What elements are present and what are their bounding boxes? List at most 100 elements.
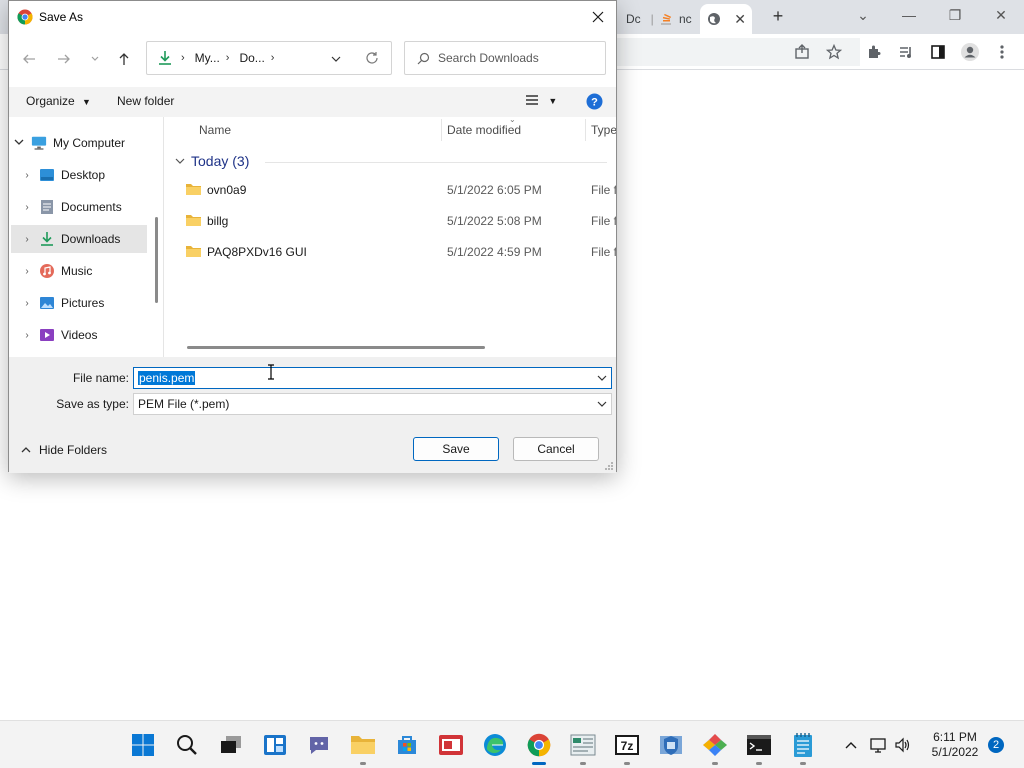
- running-indicator: [800, 762, 806, 765]
- nav-item-label: Downloads: [61, 232, 121, 246]
- group-header-today[interactable]: Today (3): [175, 153, 607, 169]
- column-header-type[interactable]: Type: [591, 123, 616, 137]
- app-window-button[interactable]: [569, 731, 597, 765]
- terminal-button[interactable]: [745, 731, 773, 765]
- profile-avatar-icon[interactable]: [960, 42, 980, 62]
- file-row[interactable]: ovn0a9 5/1/2022 6:05 PM File fo: [185, 176, 616, 204]
- task-view-button[interactable]: [217, 731, 245, 759]
- column-header-date-modified[interactable]: Date modified: [447, 123, 521, 137]
- expand-chevron-icon[interactable]: ›: [19, 234, 35, 245]
- horizontal-scrollbar[interactable]: [187, 346, 485, 349]
- arrow-left-icon: [23, 54, 35, 64]
- collapse-chevron-icon[interactable]: [11, 137, 27, 150]
- close-window-icon[interactable]: ✕: [986, 4, 1016, 26]
- volume-button[interactable]: [889, 731, 917, 759]
- tab-search-icon[interactable]: ⌄: [848, 4, 878, 26]
- notepad-icon: [794, 733, 812, 757]
- bookmark-star-icon[interactable]: [824, 42, 844, 62]
- store-button[interactable]: [393, 731, 421, 759]
- extensions-icon[interactable]: [864, 42, 884, 62]
- nav-item-music[interactable]: › Music: [11, 257, 147, 285]
- close-tab-icon[interactable]: ✕: [734, 11, 746, 28]
- nav-item-documents[interactable]: › Documents: [11, 193, 147, 221]
- expand-chevron-icon[interactable]: ›: [19, 330, 35, 341]
- up-button[interactable]: [112, 47, 136, 71]
- teams-chat-button[interactable]: [305, 731, 333, 759]
- side-panel-icon[interactable]: [928, 42, 948, 62]
- nav-item-downloads[interactable]: › Downloads: [11, 225, 147, 253]
- file-row[interactable]: billg 5/1/2022 5:08 PM File fo: [185, 207, 616, 235]
- file-date: 5/1/2022 6:05 PM: [447, 183, 542, 197]
- save-as-type-select[interactable]: PEM File (*.pem): [133, 393, 612, 415]
- expand-chevron-icon[interactable]: ›: [19, 202, 35, 213]
- share-icon[interactable]: [792, 42, 812, 62]
- search-taskbar-button[interactable]: [173, 731, 201, 759]
- refresh-icon[interactable]: [365, 51, 379, 68]
- resize-grip-icon[interactable]: [604, 461, 614, 471]
- column-header-name[interactable]: Name: [199, 123, 231, 137]
- dialog-close-button[interactable]: [586, 5, 610, 29]
- terminal-icon: [747, 735, 771, 755]
- expand-chevron-icon[interactable]: ›: [19, 298, 35, 309]
- search-box[interactable]: [404, 41, 606, 75]
- chrome-button[interactable]: [525, 731, 553, 765]
- media-icon[interactable]: [896, 42, 916, 62]
- tab-stackoverflow[interactable]: nc: [652, 4, 698, 34]
- chevron-down-icon: [175, 158, 185, 164]
- address-bar[interactable]: [590, 38, 860, 66]
- new-folder-button[interactable]: New folder: [117, 94, 174, 108]
- edge-button[interactable]: [481, 731, 509, 759]
- nav-item-videos[interactable]: › Videos: [11, 321, 147, 349]
- nav-item-desktop[interactable]: › Desktop: [11, 161, 147, 189]
- menu-kebab-icon[interactable]: [992, 42, 1012, 62]
- forward-button[interactable]: [52, 47, 76, 71]
- minimize-icon[interactable]: —: [894, 4, 924, 26]
- clock-time: 6:11 PM: [933, 730, 977, 744]
- new-tab-button[interactable]: +: [768, 6, 788, 26]
- close-icon: [592, 11, 604, 23]
- nav-item-pictures[interactable]: › Pictures: [11, 289, 147, 317]
- organize-button[interactable]: Organize ▼: [26, 94, 91, 108]
- tab-active[interactable]: ✕: [700, 4, 752, 34]
- breadcrumb-my-computer[interactable]: My...: [195, 51, 220, 65]
- file-explorer-button[interactable]: [349, 731, 377, 765]
- help-button[interactable]: ?: [586, 93, 603, 113]
- app-red-button[interactable]: [437, 731, 465, 759]
- hide-folders-button[interactable]: Hide Folders: [21, 443, 107, 457]
- expand-chevron-icon[interactable]: ›: [19, 266, 35, 277]
- file-name-input[interactable]: penis.pem: [133, 367, 612, 389]
- cancel-button[interactable]: Cancel: [513, 437, 599, 461]
- nav-item-my-computer[interactable]: My Computer: [11, 129, 147, 157]
- chevron-up-icon: [845, 742, 857, 749]
- show-hidden-icons-button[interactable]: [837, 731, 865, 759]
- pane-divider[interactable]: [163, 117, 164, 357]
- save-button[interactable]: Save: [413, 437, 499, 461]
- recent-locations-button[interactable]: [83, 47, 107, 71]
- chevron-down-icon[interactable]: [597, 373, 607, 383]
- back-button[interactable]: [17, 47, 41, 71]
- notification-badge[interactable]: 2: [988, 737, 1004, 753]
- expand-chevron-icon[interactable]: ›: [19, 170, 35, 181]
- address-breadcrumb[interactable]: › My... › Do... ›: [146, 41, 392, 75]
- column-divider[interactable]: [585, 119, 586, 141]
- group-divider: [265, 162, 607, 163]
- address-dropdown-icon[interactable]: [331, 53, 341, 67]
- view-options-button[interactable]: ▼: [525, 94, 557, 109]
- system-clock[interactable]: 6:11 PM 5/1/2022: [920, 730, 990, 760]
- breadcrumb-downloads[interactable]: Do...: [239, 51, 264, 65]
- restore-icon[interactable]: ❐: [940, 4, 970, 26]
- column-divider[interactable]: [441, 119, 442, 141]
- notepad-button[interactable]: [789, 731, 817, 765]
- search-icon: [177, 735, 197, 755]
- file-row[interactable]: PAQ8PXDv16 GUI 5/1/2022 4:59 PM File fo: [185, 238, 616, 266]
- save-as-type-value: PEM File (*.pem): [138, 397, 230, 411]
- nav-pane-scrollbar[interactable]: [155, 217, 158, 303]
- save-as-type-label: Save as type:: [56, 397, 129, 411]
- 7zip-button[interactable]: 7z: [613, 731, 641, 765]
- security-app-button[interactable]: [657, 731, 685, 759]
- start-button[interactable]: [129, 731, 157, 759]
- widgets-button[interactable]: [261, 731, 289, 759]
- search-input[interactable]: [438, 51, 588, 65]
- app-diamond-button[interactable]: [701, 731, 729, 765]
- folder-icon: [185, 244, 202, 261]
